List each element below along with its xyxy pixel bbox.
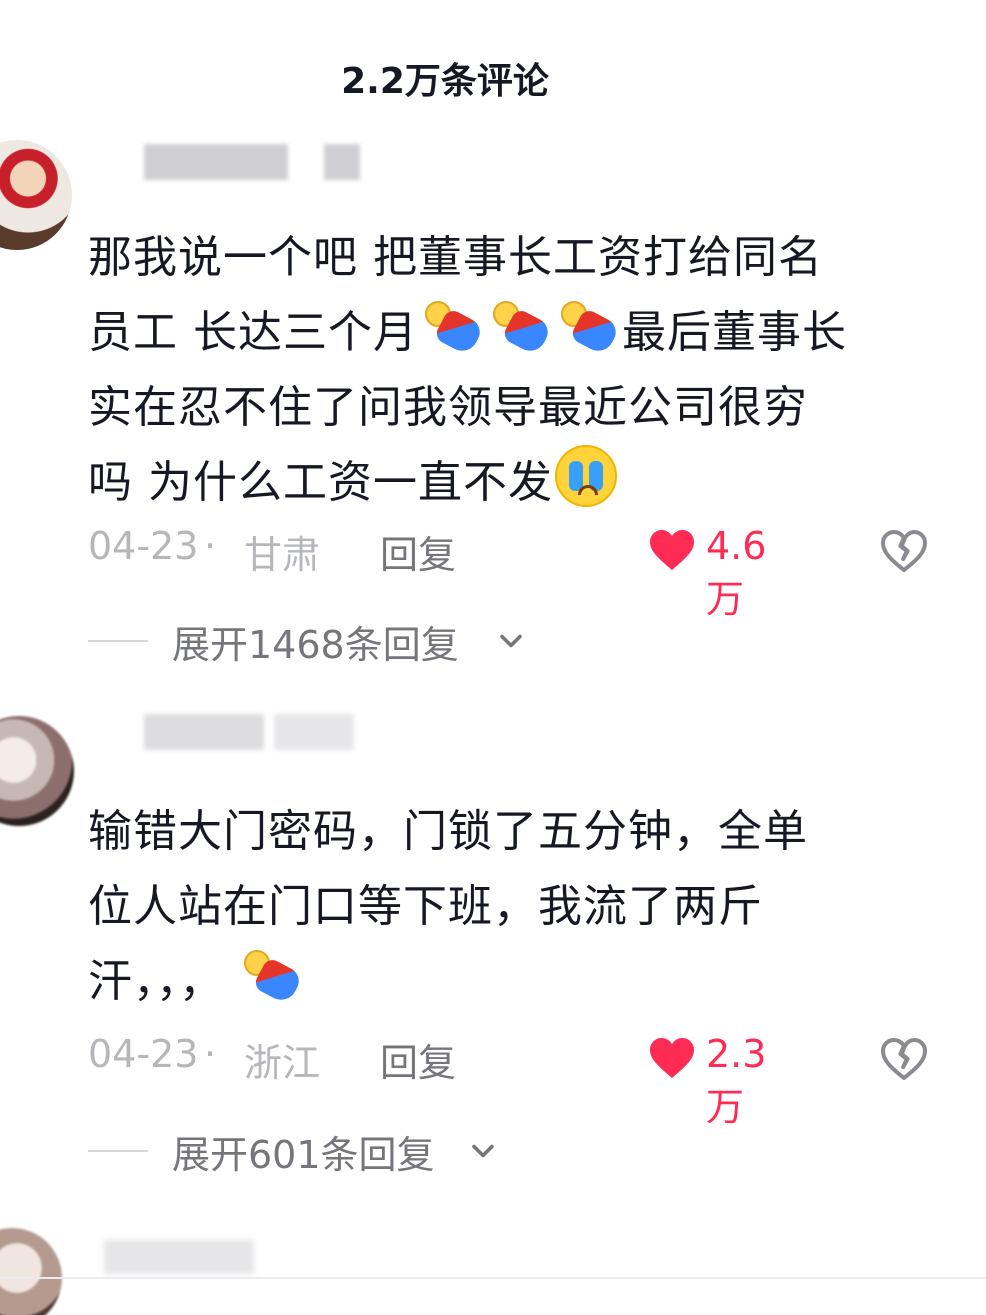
meta-separator: · — [204, 1032, 217, 1076]
comment-region: 浙江 — [244, 1041, 321, 1085]
expand-replies-button[interactable]: 展开1468条回复 — [88, 610, 688, 670]
comment-line: 吗 为什么工资一直不发 — [88, 457, 553, 508]
chevron-down-icon — [472, 1144, 494, 1158]
comment-meta: 04-23 · 浙江 回复 2.3万 — [88, 1028, 948, 1129]
broken-heart-icon[interactable] — [880, 528, 928, 574]
comment-date: 04-23 — [88, 1032, 199, 1076]
comment-line: 输错大门密码，门锁了五分钟，全单 — [88, 806, 808, 857]
meta-separator: · — [204, 524, 217, 568]
crying-face-emoji — [555, 445, 617, 507]
comment-region: 甘肃 — [244, 533, 321, 577]
avatar[interactable] — [0, 1228, 62, 1315]
like-count: 4.6万 — [706, 524, 767, 621]
comment-line: 那我说一个吧 把董事长工资打给同名 — [88, 232, 823, 283]
comment-line: 员工 长达三个月 — [88, 307, 418, 358]
expand-replies-label: 展开601条回复 — [172, 1133, 435, 1177]
comment-line: 最后董事长 — [622, 307, 847, 358]
divider — [88, 1150, 148, 1152]
lying-doll-emoji — [419, 301, 485, 357]
comment-meta: 04-23 · 甘肃 回复 4.6万 — [88, 520, 948, 621]
heart-icon — [650, 1038, 694, 1078]
broken-heart-icon[interactable] — [880, 1036, 928, 1082]
reply-button[interactable]: 回复 — [380, 1032, 456, 1087]
comment-date: 04-23 — [88, 524, 199, 568]
reply-button[interactable]: 回复 — [380, 524, 456, 579]
heart-icon — [650, 530, 694, 570]
like-count: 2.3万 — [706, 1032, 767, 1129]
avatar[interactable] — [0, 716, 74, 826]
lying-doll-emoji — [487, 301, 553, 357]
comment-line: 实在忍不住了问我领导最近公司很穷 — [88, 382, 808, 433]
expand-replies-label: 展开1468条回复 — [172, 623, 459, 667]
comment-line: 汗，，， — [88, 956, 224, 1007]
comments-panel: 2.2万条评论 那我说一个吧 把董事长工资打给同名 员工 长达三个月 最后董事长 … — [0, 0, 986, 1315]
divider — [88, 640, 148, 642]
comment-text: 那我说一个吧 把董事长工资打给同名 员工 长达三个月 最后董事长 实在忍不住了问我… — [88, 220, 938, 520]
comments-count-title: 2.2万条评论 — [341, 61, 549, 102]
chevron-down-icon — [500, 634, 522, 648]
comment-line: 位人站在门口等下班，我流了两斤 — [88, 881, 763, 932]
expand-replies-button[interactable]: 展开601条回复 — [88, 1120, 688, 1180]
lying-doll-emoji — [555, 301, 621, 357]
lying-doll-emoji — [238, 950, 304, 1006]
avatar[interactable] — [0, 140, 72, 250]
username-redacted[interactable] — [104, 1240, 254, 1274]
comment-text: 输错大门密码，门锁了五分钟，全单 位人站在门口等下班，我流了两斤 汗，，， — [88, 794, 938, 1019]
divider — [0, 1277, 986, 1279]
